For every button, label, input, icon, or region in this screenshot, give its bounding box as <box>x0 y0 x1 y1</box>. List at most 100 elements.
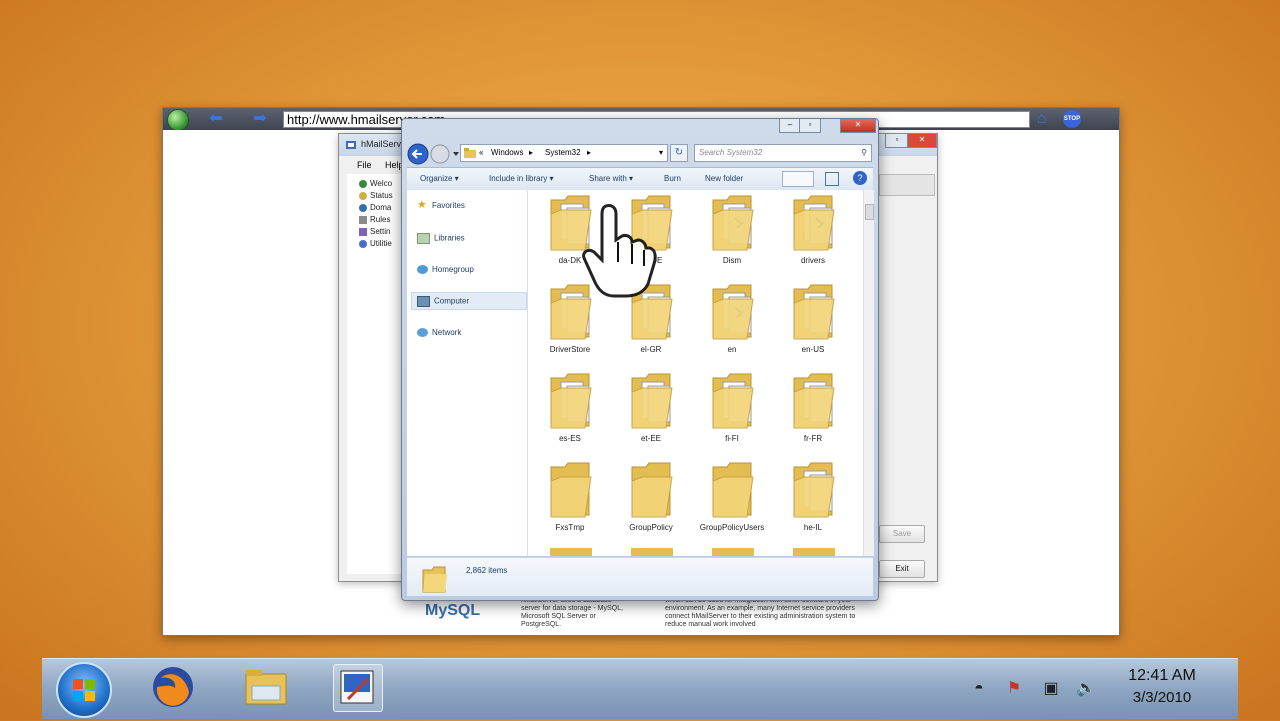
minimize-button[interactable]: – <box>779 119 801 133</box>
nav-item-homegroup[interactable]: Homegroup <box>417 265 474 275</box>
new-folder-button[interactable]: New folder <box>705 174 743 183</box>
folder-partial[interactable] <box>793 548 835 556</box>
nav-item-favorites[interactable]: ★ Favorites <box>417 200 465 211</box>
scroll-thumb[interactable] <box>865 204 874 220</box>
close-button[interactable]: ✕ <box>907 134 937 148</box>
nav-item-libraries[interactable]: Libraries <box>417 233 465 244</box>
folder-item[interactable]: fr-FR <box>773 370 853 458</box>
help-icon[interactable]: ? <box>853 171 867 185</box>
burn-button[interactable]: Burn <box>664 174 681 183</box>
hmailserver-icon <box>346 141 356 149</box>
command-bar: Organize ▾ Include in library ▾ Share wi… <box>407 167 873 191</box>
folder-label: drivers <box>800 256 825 265</box>
share-with-button[interactable]: Share with ▾ <box>589 174 633 183</box>
folder-item[interactable]: he-IL <box>773 459 853 547</box>
exit-button[interactable]: Exit <box>879 560 925 578</box>
globe-icon[interactable] <box>167 109 189 131</box>
maximize-button[interactable]: ▫ <box>799 119 821 133</box>
network-disconnected-icon[interactable]: ⚑ <box>1003 679 1025 699</box>
save-button[interactable]: Save <box>879 525 925 543</box>
folder-label: FxsTmp <box>555 523 585 532</box>
address-bar[interactable]: « Windows ▸ System32 ▸ ▾ <box>460 144 668 162</box>
refresh-icon[interactable]: ↻ <box>670 144 688 162</box>
start-button[interactable] <box>56 662 112 718</box>
volume-icon[interactable]: 🔈 <box>1075 679 1097 699</box>
folder-icon <box>631 373 673 429</box>
chevron-down-icon[interactable]: ▾ <box>659 145 663 161</box>
firefox-taskbar-button[interactable] <box>149 664 197 710</box>
folder-icon <box>712 284 754 340</box>
details-pane: 2,862 items <box>407 557 873 596</box>
folder-icon <box>712 373 754 429</box>
folder-item[interactable]: GroupPolicy <box>611 459 691 547</box>
explorer-window: – ▫ ✕ « Windows ▸ System32 ▸ ▾ ↻ Search … <box>401 118 879 601</box>
folder-icon <box>793 195 835 251</box>
forward-icon[interactable] <box>430 144 450 164</box>
preview-pane-icon[interactable] <box>825 172 839 186</box>
homegroup-icon <box>417 265 428 275</box>
tree-item-welcome[interactable]: Welco <box>359 179 392 188</box>
folder-partial[interactable] <box>631 548 673 556</box>
tree-item-status[interactable]: Status <box>359 191 393 200</box>
search-input[interactable]: Search System32 ⚲ <box>694 144 872 162</box>
home-icon[interactable]: ⌂ <box>1037 110 1055 128</box>
nav-item-computer[interactable]: Computer <box>417 296 469 307</box>
network-icon[interactable]: ▣ <box>1040 679 1062 699</box>
folder-icon <box>712 462 754 518</box>
folder-item[interactable]: drivers <box>773 192 853 280</box>
back-arrow-icon[interactable]: ⬅ <box>205 111 227 127</box>
menu-file[interactable]: File <box>357 160 372 170</box>
tree-item-utilities[interactable]: Utilitie <box>359 239 392 248</box>
folder-item[interactable]: et-EE <box>611 370 691 458</box>
breadcrumb-sep-icon[interactable]: ▸ <box>529 145 533 161</box>
stop-button[interactable]: STOP <box>1063 110 1081 128</box>
folder-item[interactable]: en-US <box>773 281 853 369</box>
hmailserver-tree: Welco Status Doma Rules Settin Utilitie <box>347 174 407 574</box>
folder-item[interactable]: Dism <box>692 192 772 280</box>
folder-icon <box>793 462 835 518</box>
search-placeholder: Search System32 <box>699 148 763 157</box>
folder-icon <box>793 373 835 429</box>
folder-icon <box>712 195 754 251</box>
folder-label: fr-FR <box>803 434 823 443</box>
organize-button[interactable]: Organize ▾ <box>420 174 459 183</box>
folder-item[interactable]: es-ES <box>530 370 610 458</box>
network-icon <box>417 328 428 338</box>
firefox-icon <box>153 667 193 707</box>
view-options-icon[interactable] <box>782 171 814 187</box>
include-in-library-button[interactable]: Include in library ▾ <box>489 174 554 183</box>
action-center-icon[interactable]: ◓ <box>968 679 990 699</box>
window-controls: ▫ ✕ <box>885 134 937 148</box>
breadcrumb-sep-icon[interactable]: ▸ <box>587 145 591 161</box>
computer-icon <box>417 296 430 307</box>
folder-label: GroupPolicy <box>629 523 673 532</box>
breadcrumb-overflow[interactable]: « <box>479 145 483 161</box>
breadcrumb-system32[interactable]: System32 <box>545 145 581 161</box>
windows-logo-icon <box>73 679 95 701</box>
breadcrumb-windows[interactable]: Windows <box>491 145 523 161</box>
system-clock[interactable]: 12:41 AM 3/3/2010 <box>1112 665 1212 715</box>
folder-label: et-EE <box>640 434 661 443</box>
search-icon[interactable]: ⚲ <box>861 145 867 161</box>
explorer-taskbar-button[interactable] <box>242 664 290 710</box>
folder-item[interactable]: FxsTmp <box>530 459 610 547</box>
folder-item[interactable]: fi-FI <box>692 370 772 458</box>
folder-label: GroupPolicyUsers <box>699 523 765 532</box>
maximize-button[interactable]: ▫ <box>885 134 909 148</box>
tree-item-rules[interactable]: Rules <box>359 215 390 224</box>
forward-arrow-icon[interactable]: ➡ <box>249 111 271 127</box>
tree-item-domains[interactable]: Doma <box>359 203 391 212</box>
folder-icon <box>793 284 835 340</box>
hand-cursor-icon <box>582 204 657 298</box>
vertical-scrollbar[interactable] <box>863 190 874 556</box>
nav-item-network[interactable]: Network <box>417 328 461 338</box>
hmailserver-panel-header <box>879 174 935 196</box>
tree-item-settings[interactable]: Settin <box>359 227 390 236</box>
folder-partial[interactable] <box>550 548 592 556</box>
folder-item[interactable]: en <box>692 281 772 369</box>
hmailserver-title: hMailServ <box>361 139 402 149</box>
folder-item[interactable]: GroupPolicyUsers <box>692 459 772 547</box>
folder-partial[interactable] <box>712 548 754 556</box>
close-button[interactable]: ✕ <box>840 119 876 133</box>
app-taskbar-button[interactable] <box>333 664 383 712</box>
